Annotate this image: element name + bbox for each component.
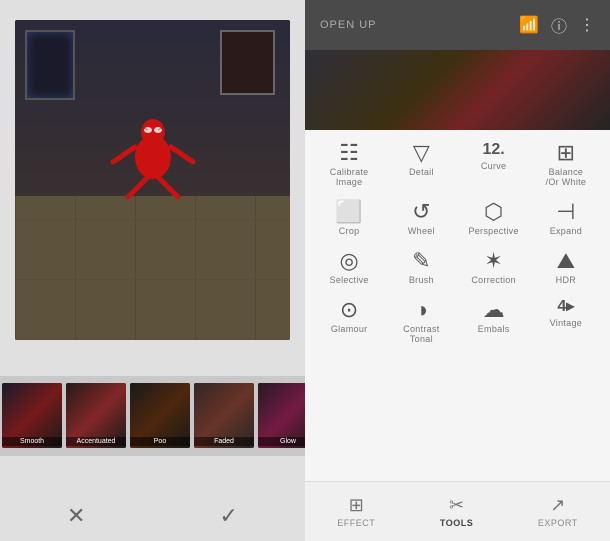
thumbnail-poo[interactable]: Poo xyxy=(130,383,190,448)
perspective-icon: ⬡ xyxy=(484,201,503,223)
effect-label: EFFECT xyxy=(337,518,375,528)
tools-row-2: ⬜ Crop ↺ Wheel ⬡ Perspective ⊣ Expand xyxy=(313,197,602,240)
tool-glamour[interactable]: ⊙ Glamour xyxy=(317,295,382,348)
info-icon[interactable]: ⓘ xyxy=(551,13,567,37)
thumbnail-smooth[interactable]: Smooth xyxy=(2,383,62,448)
wall-frame-left xyxy=(25,30,75,100)
tool-contrast[interactable]: ◑ ContrastTonal xyxy=(389,295,454,348)
tools-row-3: ◎ Selective ✎ Brush ✶ Correction ⛰ HDR xyxy=(313,246,602,289)
tool-crop[interactable]: ⬜ Crop xyxy=(317,197,382,240)
perspective-label: Perspective xyxy=(468,226,518,236)
nav-tools[interactable]: ✂ TOOLS xyxy=(430,490,483,533)
correction-icon: ✶ xyxy=(484,250,502,272)
contrast-icon: ◑ xyxy=(415,299,428,321)
tool-wheel[interactable]: ↺ Wheel xyxy=(389,197,454,240)
embals-icon: ☁ xyxy=(483,299,505,321)
cancel-icon: ✕ xyxy=(67,503,85,529)
calibrate-icon: ☷ xyxy=(339,142,359,164)
detail-label: Detail xyxy=(409,167,434,177)
curve-label: Curve xyxy=(481,161,507,171)
main-image xyxy=(15,20,290,340)
expand-label: Expand xyxy=(550,226,582,236)
tool-brush[interactable]: ✎ Brush xyxy=(389,246,454,289)
correction-label: Correction xyxy=(471,275,516,285)
bottom-action-bar: ✕ ✓ xyxy=(0,491,305,541)
vintage-label: Vintage xyxy=(550,318,582,328)
expand-icon: ⊣ xyxy=(556,201,575,223)
balance-icon: ⊞ xyxy=(557,142,575,164)
balance-label: Balance/Or White xyxy=(546,167,587,187)
thumbnail-strip: Smooth Accentuated Poo Faded Glow Mornin… xyxy=(0,376,305,456)
preview-image-content xyxy=(305,50,610,130)
wifi-icon: 📶 xyxy=(519,15,539,35)
tools-grid: ☷ CalibrateImage ▽ Detail 12. Curve ⊞ Ba… xyxy=(305,130,610,481)
hdr-icon: ⛰ xyxy=(557,250,575,272)
hdr-label: HDR xyxy=(556,275,576,285)
menu-icon[interactable]: ⋮ xyxy=(579,15,595,35)
app-header: OPEN UP 📶 ⓘ ⋮ xyxy=(305,0,610,50)
floor xyxy=(15,196,290,340)
detail-icon: ▽ xyxy=(413,142,430,164)
glamour-icon: ⊙ xyxy=(340,299,358,321)
tools-icon: ✂ xyxy=(449,495,464,516)
app-title: OPEN UP xyxy=(320,19,377,31)
tools-label: TOOLS xyxy=(440,518,473,528)
crop-icon: ⬜ xyxy=(335,201,362,223)
image-preview xyxy=(305,50,610,130)
glamour-label: Glamour xyxy=(331,324,368,334)
spiderman-figure xyxy=(93,92,213,212)
calibrate-label: CalibrateImage xyxy=(330,167,369,187)
confirm-button[interactable]: ✓ xyxy=(204,496,254,536)
tool-balance[interactable]: ⊞ Balance/Or White xyxy=(533,138,598,191)
curve-icon: 12. xyxy=(483,142,505,158)
wheel-label: Wheel xyxy=(408,226,435,236)
wall-frame-right xyxy=(220,30,275,95)
contrast-label: ContrastTonal xyxy=(403,324,439,344)
embals-label: Embals xyxy=(478,324,510,334)
right-panel: OPEN UP 📶 ⓘ ⋮ ☷ CalibrateImage ▽ Detail … xyxy=(305,0,610,541)
thumbnail-glow[interactable]: Glow xyxy=(258,383,305,448)
nav-effect[interactable]: ⊞ EFFECT xyxy=(327,490,385,533)
tool-detail[interactable]: ▽ Detail xyxy=(389,138,454,191)
export-label: EXPORT xyxy=(538,518,578,528)
tool-calibrate[interactable]: ☷ CalibrateImage xyxy=(317,138,382,191)
header-icons: 📶 ⓘ ⋮ xyxy=(519,13,595,37)
left-panel: Smooth Accentuated Poo Faded Glow Mornin… xyxy=(0,0,305,541)
tools-row-1: ☷ CalibrateImage ▽ Detail 12. Curve ⊞ Ba… xyxy=(313,138,602,191)
tool-selective[interactable]: ◎ Selective xyxy=(317,246,382,289)
brush-icon: ✎ xyxy=(412,250,430,272)
confirm-icon: ✓ xyxy=(220,503,238,529)
cancel-button[interactable]: ✕ xyxy=(51,496,101,536)
effect-icon: ⊞ xyxy=(349,495,364,516)
selective-icon: ◎ xyxy=(340,250,359,272)
thumbnail-faded[interactable]: Faded xyxy=(194,383,254,448)
tool-curve[interactable]: 12. Curve xyxy=(461,138,526,191)
nav-export[interactable]: ↗ EXPORT xyxy=(528,490,588,533)
crop-label: Crop xyxy=(339,226,360,236)
tool-correction[interactable]: ✶ Correction xyxy=(461,246,526,289)
tool-vintage[interactable]: 4▸ Vintage xyxy=(533,295,598,348)
tool-hdr[interactable]: ⛰ HDR xyxy=(533,246,598,289)
tools-row-4: ⊙ Glamour ◑ ContrastTonal ☁ Embals 4▸ Vi… xyxy=(313,295,602,348)
bottom-navigation: ⊞ EFFECT ✂ TOOLS ↗ EXPORT xyxy=(305,481,610,541)
tool-perspective[interactable]: ⬡ Perspective xyxy=(461,197,526,240)
export-icon: ↗ xyxy=(550,495,565,516)
selective-label: Selective xyxy=(330,275,369,285)
tool-embals[interactable]: ☁ Embals xyxy=(461,295,526,348)
wheel-icon: ↺ xyxy=(412,201,430,223)
thumbnail-accentuated[interactable]: Accentuated xyxy=(66,383,126,448)
vintage-icon: 4▸ xyxy=(557,299,574,315)
brush-label: Brush xyxy=(409,275,434,285)
tool-expand[interactable]: ⊣ Expand xyxy=(533,197,598,240)
